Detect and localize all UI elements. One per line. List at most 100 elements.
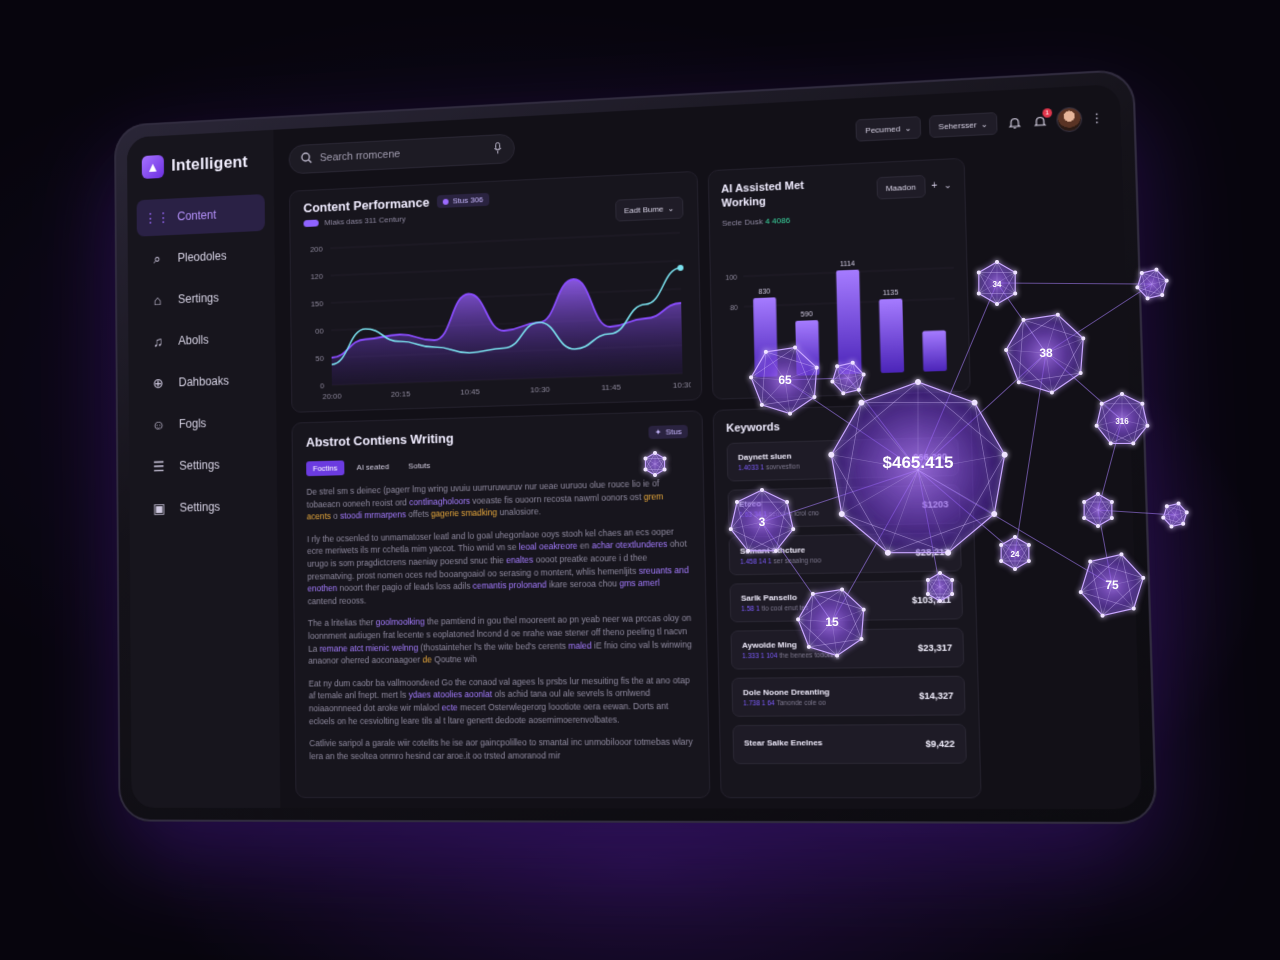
keyword-meta-text: ser seaalng noo [773, 556, 822, 565]
search-bar[interactable]: Search rromcene [288, 133, 516, 175]
highlighted-phrase[interactable]: stoodi mrmarpens [340, 510, 406, 521]
highlighted-phrase[interactable]: ecte [442, 702, 458, 712]
text-run: cantend reooss. [307, 595, 367, 607]
sidebar-item-settings[interactable]: ☰ Settings [138, 445, 267, 485]
network-node [1161, 501, 1189, 529]
highlighted-phrase[interactable]: gms amerl [619, 578, 660, 589]
brand: ▲ Intelligent [141, 150, 259, 179]
globe-icon: ⊕ [152, 374, 164, 391]
tab-sotuts[interactable]: Sotuts [401, 458, 437, 474]
text-run: adils [453, 580, 473, 592]
content-performance-card: Content Performance Stus 306 Mlaks dass … [289, 170, 703, 413]
bar[interactable] [795, 319, 820, 376]
y-tick-label: 50 [316, 354, 325, 363]
highlighted-phrase[interactable]: leoal oeakreore [519, 541, 578, 552]
search-icon [301, 151, 312, 166]
highlighted-phrase[interactable]: gagerie smadking [431, 507, 497, 518]
bar[interactable] [836, 269, 862, 375]
bell-icon[interactable] [1006, 114, 1023, 131]
highlighted-phrase[interactable]: contlinagholoors [409, 495, 470, 506]
notification-badge: 1 [1042, 108, 1053, 118]
filter-dropdown-1[interactable]: Pecumed ⌄ [855, 116, 921, 142]
keyword-meta: 1.63 34 1 seoolng lcrol cno [739, 507, 922, 519]
text-run: Qoutne wih [431, 654, 477, 665]
grid-line [331, 261, 681, 276]
main-content: Search rromcene Pecumed ⌄ Sehersser ⌄ 1 … [273, 84, 1141, 809]
notifications-button[interactable]: 1 [1031, 108, 1053, 129]
microphone-icon[interactable] [493, 142, 502, 157]
keyword-meta-number: 1.738 1 64 [743, 699, 775, 707]
keyword-name: Aywolde Ming [741, 639, 798, 650]
sidebar-item-dahboaks[interactable]: ⊕ Dahboaks [138, 361, 267, 402]
top-cards-row: Content Performance Stus 306 Mlaks dass … [289, 151, 1112, 413]
filter-dropdown-2[interactable]: Sehersser ⌄ [928, 112, 998, 139]
bar[interactable] [922, 330, 947, 372]
sidebar-item-label: Dahboaks [178, 373, 230, 390]
y-tick-label: 200 [310, 244, 323, 254]
writing-status-badge[interactable]: ✦ Stus [648, 424, 688, 440]
ai-card-controls: Maadon + ⌄ [876, 174, 952, 200]
highlighted-phrase[interactable]: achar otextlunderes [592, 539, 668, 551]
keyword-meta-text: tlo cool enut tes [761, 604, 809, 613]
highlighted-phrase[interactable]: ydaes atoolies aoonlat [408, 689, 492, 700]
y-tick-label: 100 [725, 274, 737, 282]
sidebar-item-abolls[interactable]: ♫ Abolls [137, 319, 266, 361]
y-tick-label: 80 [730, 305, 738, 313]
text-run: unalosiore. [497, 506, 542, 518]
keyword-row[interactable]: Sarlk Pansello 1.58 1 tlo cool enut tes $1… [729, 579, 964, 623]
keyword-value: $66.200 [912, 451, 948, 463]
sidebar-item-content[interactable]: ⋮⋮ Content [136, 194, 265, 237]
search-input[interactable]: Search rromcene [320, 144, 486, 164]
keyword-meta-number: 1.333 1 104 [742, 652, 778, 660]
topbar-actions: Pecumed ⌄ Sehersser ⌄ 1 ⋮ [855, 105, 1104, 142]
keyword-row[interactable]: Eteeo 1.63 34 1 seoolng lcrol cno $1203 [727, 484, 961, 529]
sidebar-item-sertings[interactable]: ⌂ Sertings [137, 277, 266, 319]
sidebar-item-settings[interactable]: ▣ Settings [139, 487, 268, 527]
keyword-row[interactable]: Daynett sluen 1.4033 1 sovrvesfion $66.200 [726, 436, 960, 482]
search-icon: ⌕ [153, 250, 161, 267]
highlighted-phrase[interactable]: goolmoolking [376, 617, 425, 628]
chevron-down-icon[interactable]: ⌄ [944, 179, 952, 191]
text-run: Catlivie saripol a garale wiir cotelits … [309, 736, 693, 761]
highlighted-phrase[interactable]: de [422, 655, 431, 665]
highlighted-phrase[interactable]: enaltes [506, 555, 533, 566]
keyword-row[interactable]: Stear Salke Enelnes $9,422 [732, 723, 967, 765]
bar-data-label: 830 [758, 288, 770, 296]
bar[interactable] [753, 297, 778, 378]
avatar[interactable] [1056, 106, 1083, 133]
highlighted-phrase[interactable]: cemantis prolonand [473, 580, 547, 591]
x-tick-label: 10:30 [530, 385, 550, 395]
keyword-row[interactable]: Semant Sthcture 1.458 14 1 ser seaalng no… [728, 531, 962, 576]
more-icon[interactable]: ⋮ [1090, 111, 1103, 126]
writing-title: Abstrot Contiens Writing [305, 430, 454, 450]
keyword-value: $23,317 [917, 642, 953, 654]
bar-data-label: 1135 [883, 289, 899, 297]
tab-ai-seated[interactable]: AI seated [350, 459, 396, 475]
keyword-meta-text: sovrvesfion [765, 462, 800, 471]
chevron-down-icon: ⌄ [667, 203, 675, 213]
series-toggle[interactable] [303, 219, 319, 228]
tab-foctins[interactable]: Foctins [306, 460, 345, 477]
data-point[interactable] [677, 264, 684, 271]
keyword-value: $28,217 [915, 546, 950, 558]
bar[interactable] [879, 298, 905, 374]
keyword-row[interactable]: Aywolde Ming 1.333 1 104 the benees todol… [730, 627, 965, 670]
sidebar-item-fogls[interactable]: ☺ Fogls [138, 403, 267, 444]
grid-icon: ⋮⋮ [143, 208, 170, 226]
writing-body: De strel sm s deinec (pagerr lmg wring u… [306, 476, 694, 762]
keyword-meta-number: 1.458 14 1 [740, 557, 772, 566]
x-tick-label: 20:00 [322, 391, 341, 401]
sidebar-item-pleodoles[interactable]: ⌕ Pleodoles [137, 236, 266, 278]
plus-icon[interactable]: + [931, 180, 937, 192]
range-dropdown[interactable]: Eadt Bume ⌄ [614, 196, 684, 222]
keyword-row[interactable]: Dole Noone Dreanting 1.738 1 64 Tanonde c… [731, 675, 966, 717]
ai-bar-chart: 100 80 830 590 1114 1135 [725, 260, 964, 378]
keyword-meta-text: the benees todolling [779, 651, 840, 660]
ai-dropdown[interactable]: Maadon [876, 174, 926, 200]
highlighted-phrase[interactable]: remane atct mienic welnng [320, 642, 419, 653]
keyword-meta-text: seoolng lcrol cno [768, 509, 820, 518]
highlighted-phrase[interactable]: maled [568, 640, 592, 650]
text-run: en [577, 540, 592, 552]
sidebar-item-label: Sertings [177, 290, 219, 307]
writing-status-label: Stus [665, 427, 682, 437]
